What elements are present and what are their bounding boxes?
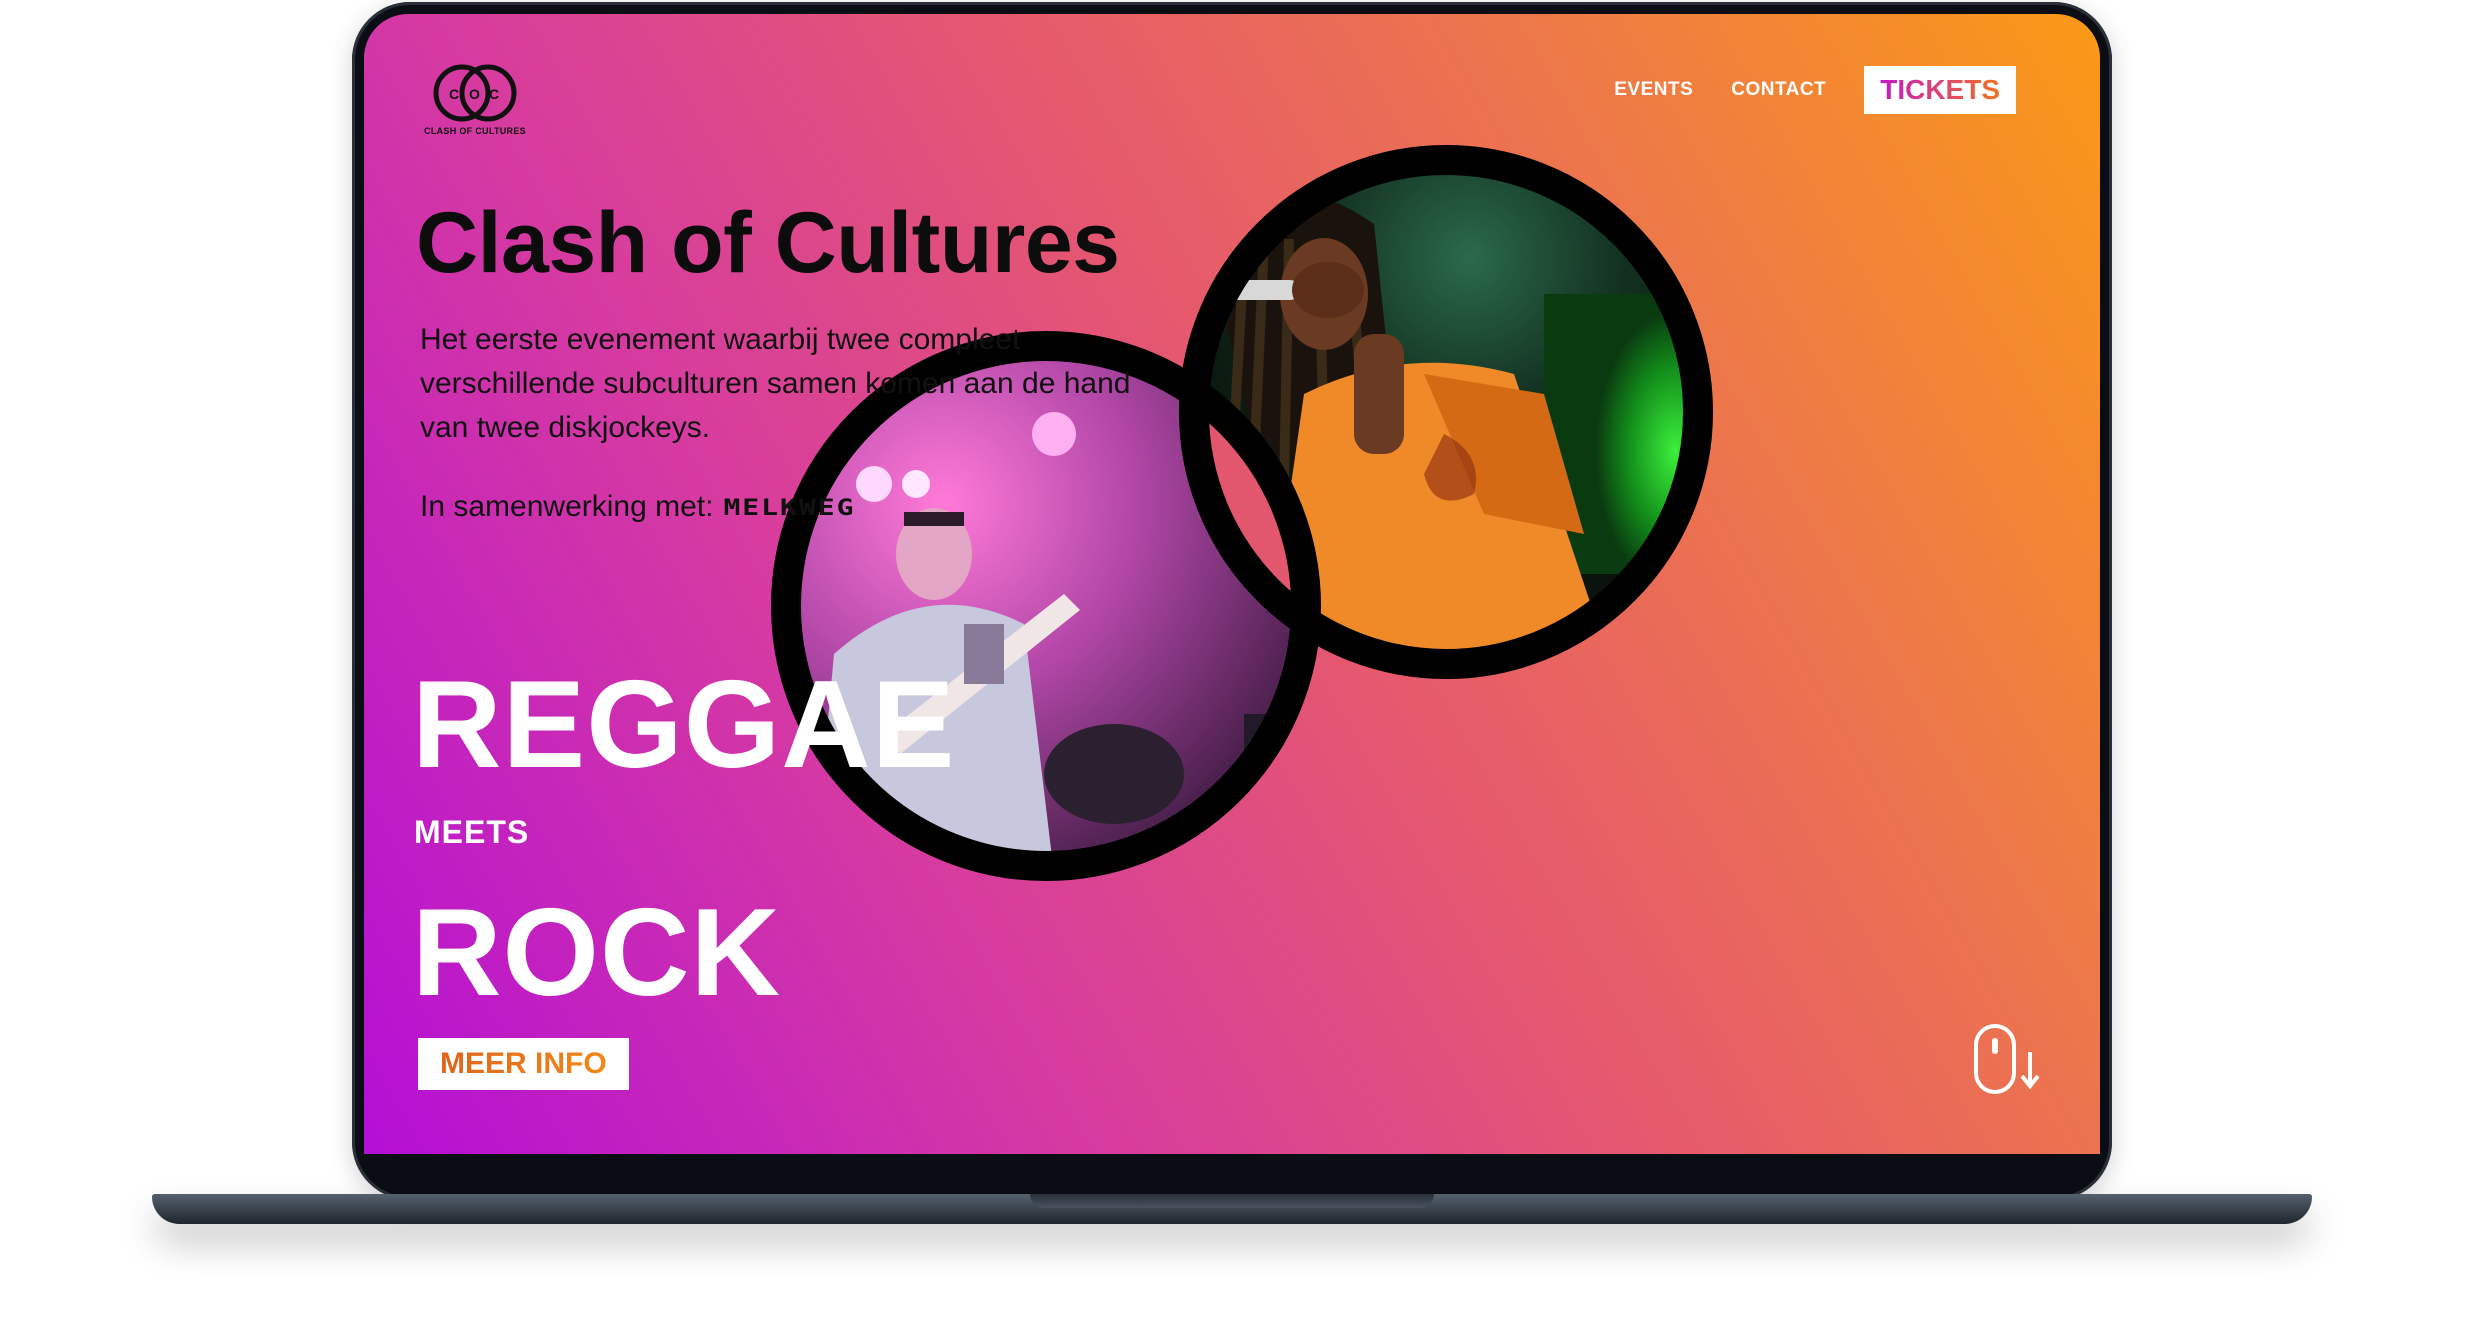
logo-letter-3: C: [489, 86, 499, 102]
meer-info-button[interactable]: MEER INFO: [418, 1038, 629, 1090]
page-title: Clash of Cultures: [416, 195, 1120, 291]
mouse-scroll-down-icon[interactable]: [1972, 1022, 2042, 1098]
collaboration-line: In samenwerking met: MELKWEG: [420, 490, 855, 524]
nav-link-contact[interactable]: CONTACT: [1731, 79, 1826, 101]
brand-logo[interactable]: C O C CLASH OF CULTURES: [420, 58, 530, 148]
logo-letter-2: O: [469, 86, 480, 102]
logo-caption: CLASH OF CULTURES: [424, 126, 526, 136]
clash-of-cultures-logo-icon: C O C: [433, 64, 517, 122]
website-screen: C O C CLASH OF CULTURES EVENTS CONTACT T…: [364, 14, 2100, 1154]
nav-link-events[interactable]: EVENTS: [1614, 79, 1693, 101]
meer-info-label: MEER INFO: [440, 1047, 607, 1080]
intro-text: Het eerste evenement waarbij twee comple…: [420, 323, 1131, 444]
laptop-hinge-notch: [1030, 1194, 1434, 1208]
genre-connector: MEETS: [414, 814, 530, 850]
tickets-button[interactable]: TICKETS: [1864, 66, 2016, 114]
tickets-button-label: TICKETS: [1880, 74, 2000, 105]
genre-reggae: REGGAE: [412, 656, 956, 794]
logo-letter-1: C: [449, 86, 459, 102]
melkweg-partner-logo[interactable]: MELKWEG: [723, 494, 855, 520]
collaboration-label: In samenwerking met:: [420, 490, 714, 523]
genre-rock: ROCK: [412, 884, 782, 1022]
top-navigation: EVENTS CONTACT TICKETS: [1614, 66, 2016, 114]
